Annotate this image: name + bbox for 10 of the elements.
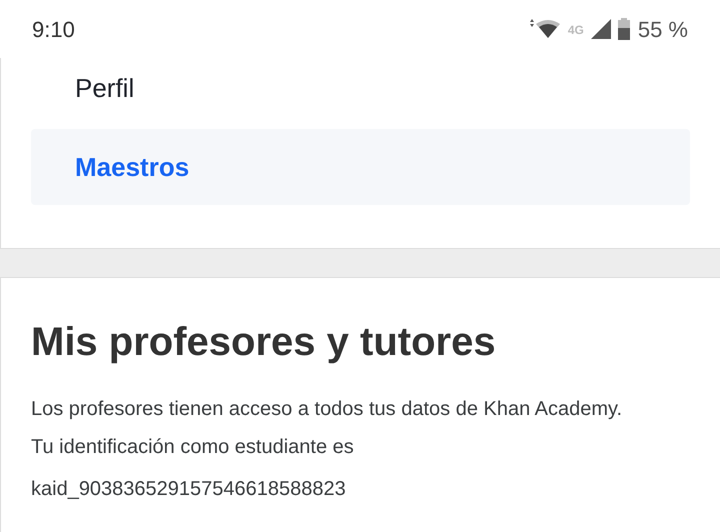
battery-icon [618,18,630,40]
wifi-icon [528,18,562,40]
section-title: Mis profesores y tutores [31,319,497,366]
menu-item[interactable]: Perfil [31,59,690,117]
clock-time: 9:10 [32,16,75,44]
student-id: kaid_903836529157546618588823 [31,477,347,502]
menu-item[interactable]: Maestros [31,129,690,205]
battery-percentage: 55 % [638,16,688,44]
network-type: 4G [568,22,584,38]
signal-icon [590,18,612,40]
